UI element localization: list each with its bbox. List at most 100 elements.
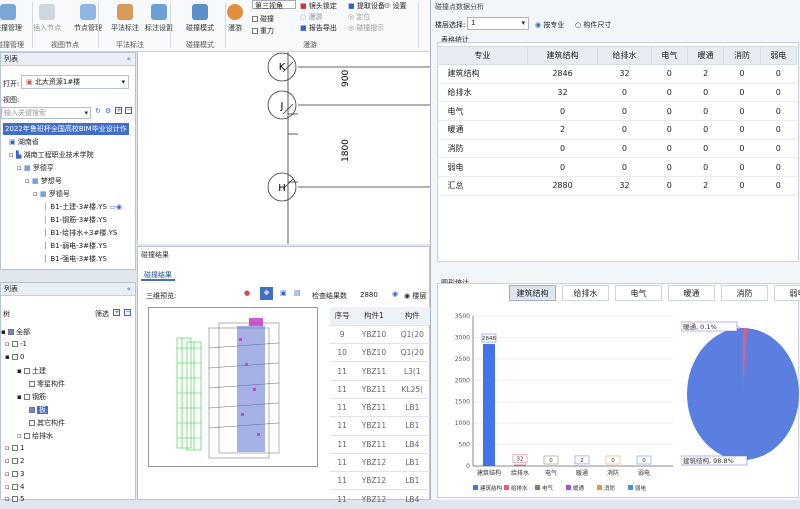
collision-hint-option[interactable]: ◎ 碰撞提示 bbox=[348, 23, 384, 33]
filter-button[interactable]: 筛选 bbox=[95, 309, 109, 319]
tree-item-file[interactable]: ▏B1-给排水+3#楼.YS bbox=[45, 228, 117, 238]
eye-icon[interactable]: ◉ bbox=[392, 290, 398, 298]
table-row[interactable]: 汇总2880320200 bbox=[438, 177, 797, 196]
tree-checkbox-item[interactable]: 其它构件 bbox=[29, 418, 65, 428]
tree-checkbox-item[interactable]: ▫ 5 bbox=[5, 495, 24, 503]
table-row[interactable]: 弱电000000 bbox=[438, 158, 797, 177]
table-row[interactable]: 11YBZ11LB1 bbox=[330, 398, 431, 416]
collision-results-panel: 碰撞结果 碰撞结果 三维预览: ● ✥ ▣ ▤ 检查结果数 2880 ◉ ◉ 楼… bbox=[137, 246, 430, 500]
tree-item-file[interactable]: ▏B1-钢筋-3#楼.YS bbox=[45, 215, 107, 225]
tree-checkbox-item[interactable]: ▪ 全部 bbox=[1, 327, 30, 337]
table-row[interactable]: 11YBZ11L3(1 bbox=[330, 362, 431, 380]
report-export-option[interactable]: ■ 报告导出 bbox=[300, 23, 337, 33]
tree-item[interactable]: ▫ ▦ 梦想号 bbox=[25, 176, 62, 186]
table-row[interactable]: 消防000000 bbox=[438, 139, 797, 158]
tree-checkbox-item[interactable]: ▪ 0 bbox=[5, 353, 24, 361]
column-header[interactable]: 序号 bbox=[330, 307, 354, 325]
column-header[interactable]: 构件1 bbox=[354, 307, 393, 325]
table-row[interactable]: 10YBZ10Q1(20 bbox=[330, 344, 431, 362]
column-header[interactable]: 建筑结构 bbox=[527, 47, 598, 65]
tree-checkbox-item[interactable]: ▫ -1 bbox=[5, 340, 27, 348]
lens-lock-option[interactable]: ■ 镜头锁定 bbox=[300, 1, 337, 11]
data-label: 0 bbox=[611, 458, 615, 464]
table-row[interactable]: 电气000000 bbox=[438, 102, 797, 121]
roam-option[interactable]: ○ 漫游 bbox=[300, 12, 322, 22]
column-header[interactable]: 给排水 bbox=[598, 47, 651, 65]
chart-tab[interactable]: 消防 bbox=[721, 285, 768, 301]
tree-item-file[interactable]: ▏B1-土建-3#楼.YS ▭◉ bbox=[45, 202, 122, 212]
floor-radio[interactable]: ◉ 楼层 bbox=[404, 291, 426, 301]
tab-collision-results[interactable]: 碰撞结果 bbox=[141, 269, 175, 281]
column-header[interactable]: 消防 bbox=[724, 47, 760, 65]
3d-preview[interactable] bbox=[148, 307, 318, 467]
open-select[interactable]: ▣ 北大资源1#楼▾ bbox=[21, 75, 129, 89]
tree-item[interactable]: ▫ ▦ 罗德亨 bbox=[17, 163, 54, 173]
column-header[interactable]: 专业 bbox=[438, 47, 528, 65]
screenshot-icon[interactable]: ▤ bbox=[294, 289, 301, 297]
chart-tab[interactable]: 弱电 bbox=[774, 285, 800, 301]
table-cell: 0 bbox=[527, 139, 598, 158]
bar[interactable] bbox=[483, 344, 495, 466]
table-row[interactable]: 暖通200000 bbox=[438, 121, 797, 140]
gear-icon[interactable]: ⚙ bbox=[105, 107, 111, 115]
locate-option[interactable]: ◎ 定位 bbox=[348, 12, 370, 22]
column-header[interactable]: 构件 bbox=[394, 307, 431, 325]
tree-checkbox-item[interactable]: ▫ 3 bbox=[5, 470, 24, 478]
annotate-settings-button[interactable]: 标注设置 bbox=[137, 4, 181, 33]
fit-view-icon[interactable]: ✥ bbox=[260, 287, 273, 300]
settings-option[interactable]: ⚙ 设置 bbox=[384, 1, 407, 11]
table-row[interactable]: 11YBZ11KL25( bbox=[330, 380, 431, 398]
table-row[interactable]: 11YBZ12LB1 bbox=[330, 472, 431, 490]
roam-button[interactable]: 漫游 bbox=[213, 4, 257, 33]
tree-item[interactable]: ▫ ▦ 罗德号 bbox=[33, 189, 70, 199]
view-select[interactable]: 第三视角 bbox=[252, 0, 296, 9]
tree-checkbox-item[interactable]: ▪ 土建 bbox=[17, 366, 46, 376]
extract-device-option[interactable]: ■ 提取设备 bbox=[348, 1, 385, 11]
expand-icon[interactable]: + bbox=[115, 107, 122, 114]
column-header[interactable]: 暖通 bbox=[688, 47, 724, 65]
tree-item[interactable]: ▣ 湖南省 bbox=[9, 137, 39, 147]
collapse-all-icon[interactable]: − bbox=[124, 309, 131, 316]
expand-icon[interactable]: + bbox=[113, 309, 120, 316]
tree-item-file[interactable]: ▏B1-弱电-3#楼.YS bbox=[45, 241, 107, 251]
tree-checkbox-item[interactable]: ▫ 1 bbox=[5, 444, 24, 452]
collapse-icon[interactable]: « bbox=[127, 53, 131, 66]
table-row[interactable]: 给排水3200000 bbox=[438, 83, 797, 102]
save-view-icon[interactable]: ▣ bbox=[280, 289, 287, 297]
tree-item[interactable]: ▫ ▙ 湖南工程职业技术学院 bbox=[9, 150, 94, 160]
table-row[interactable]: 11YBZ12LB4 bbox=[330, 490, 431, 508]
table-row[interactable]: 11YBZ11LB1 bbox=[330, 417, 431, 435]
table-row[interactable]: 11YBZ11LB4 bbox=[330, 435, 431, 453]
tree-checkbox-item[interactable]: ▫ 4 bbox=[5, 483, 24, 491]
tree-checkbox-item[interactable]: 板 bbox=[29, 405, 48, 415]
table-row[interactable]: 11YBZ12LB1 bbox=[330, 453, 431, 471]
column-header[interactable]: 弱电 bbox=[760, 47, 796, 65]
collapse-all-icon[interactable]: − bbox=[125, 107, 132, 114]
chart-tab[interactable]: 暖通 bbox=[668, 285, 715, 301]
by-discipline-radio[interactable]: ◉ 按专业 bbox=[535, 20, 564, 30]
chart-tab[interactable]: 给排水 bbox=[562, 285, 609, 301]
chart-tab[interactable]: 建筑结构 bbox=[509, 285, 556, 301]
refresh-icon[interactable]: ↻ bbox=[95, 107, 101, 115]
floor-select[interactable]: 1▾ bbox=[467, 17, 529, 30]
tree-item-root[interactable]: 2022年鲁班杯全国高校BIM毕业设计作 bbox=[3, 123, 129, 135]
table-cell: 0 bbox=[651, 121, 687, 140]
table-cell: 9 bbox=[330, 325, 354, 343]
chart-tab[interactable]: 电气 bbox=[615, 285, 662, 301]
tree-checkbox-item[interactable]: ▪ 钢筋 bbox=[17, 392, 46, 402]
search-input[interactable]: 输入关键搜索▾ bbox=[1, 107, 91, 119]
bar[interactable] bbox=[514, 465, 526, 466]
column-header[interactable]: 电气 bbox=[651, 47, 687, 65]
color-icon[interactable]: ● bbox=[244, 289, 250, 297]
collision-checkbox[interactable]: 碰撞 bbox=[252, 14, 274, 24]
table-row[interactable]: 建筑结构2846320200 bbox=[438, 65, 797, 84]
tree-item-file[interactable]: ▏B1-强电-3#楼.YS bbox=[45, 254, 107, 264]
cad-drawing-view[interactable]: K J H 900 1800 bbox=[137, 52, 430, 244]
component-size-radio[interactable]: ○ 构件尺寸 bbox=[575, 20, 611, 30]
tree-checkbox-item[interactable]: 零星构件 bbox=[29, 379, 65, 389]
table-row[interactable]: 9YBZ10Q1(20 bbox=[330, 325, 431, 343]
collapse-icon[interactable]: « bbox=[127, 283, 131, 296]
tree-checkbox-item[interactable]: ▫ 2 bbox=[5, 457, 24, 465]
tree-checkbox-item[interactable]: ▫ 给排水 bbox=[17, 431, 53, 441]
gravity-checkbox[interactable]: 重力 bbox=[252, 26, 274, 36]
